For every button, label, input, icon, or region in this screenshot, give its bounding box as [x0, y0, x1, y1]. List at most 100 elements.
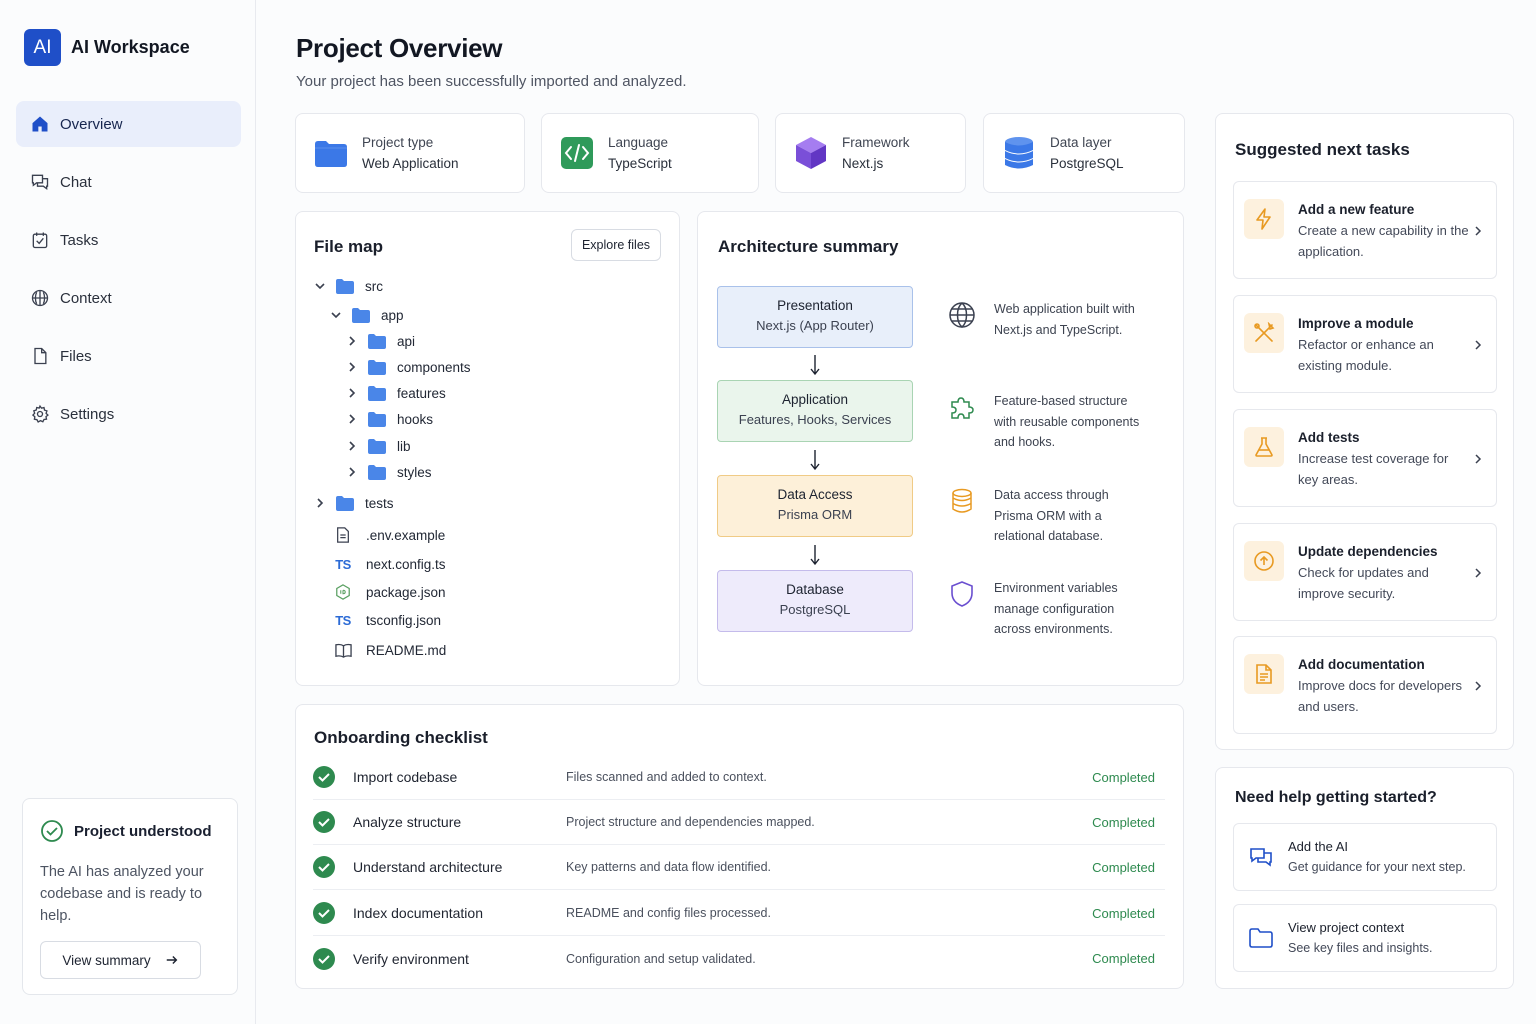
task-update-dependencies[interactable]: Update dependencies Check for updates an… — [1233, 523, 1497, 621]
tree-folder-tests[interactable]: tests — [314, 492, 394, 514]
info-label: Language — [608, 135, 669, 150]
tree-item-label: package.json — [366, 584, 446, 600]
tree-folder-hooks[interactable]: hooks — [346, 408, 433, 430]
task-desc: Refactor or enhance an existing module. — [1298, 337, 1434, 373]
chevron-right-icon — [349, 414, 356, 424]
info-label: Framework — [842, 135, 910, 150]
tree-file-next-config[interactable]: TS next.config.ts — [334, 553, 445, 575]
sidebar-item-label: Settings — [60, 405, 115, 423]
tree-file-tsconfig[interactable]: TS tsconfig.json — [334, 609, 441, 631]
task-desc: Improve docs for developers and users. — [1298, 678, 1463, 714]
arrow-right-icon — [166, 956, 178, 964]
info-value: PostgreSQL — [1050, 156, 1124, 171]
check-circle-icon — [313, 856, 335, 878]
view-summary-button[interactable]: View summary — [40, 941, 201, 979]
task-add-documentation[interactable]: Add documentation Improve docs for devel… — [1233, 636, 1497, 734]
check-circle-icon — [313, 902, 335, 924]
help-add-ai[interactable]: Add the AI Get guidance for your next st… — [1233, 823, 1497, 891]
task-desc: Check for updates and improve security. — [1298, 565, 1429, 601]
tree-folder-components[interactable]: components — [346, 356, 471, 378]
tree-folder-app[interactable]: app — [330, 304, 404, 326]
layer-data-access[interactable]: Data Access Prisma ORM — [717, 475, 913, 537]
tree-file-package-json[interactable]: package.json — [334, 581, 446, 603]
task-add-tests[interactable]: Add tests Increase test coverage for key… — [1233, 409, 1497, 507]
tree-folder-api[interactable]: api — [346, 330, 415, 352]
chevron-right-icon — [349, 467, 356, 477]
architecture-title: Architecture summary — [718, 237, 899, 256]
task-improve-module[interactable]: Improve a module Refactor or enhance an … — [1233, 295, 1497, 393]
sidebar-item-files[interactable]: Files — [16, 333, 241, 379]
folder-icon — [315, 141, 347, 167]
sidebar-item-settings[interactable]: Settings — [16, 391, 241, 437]
status-badge: Completed — [1092, 905, 1155, 921]
sidebar-item-chat[interactable]: Chat — [16, 159, 241, 205]
home-icon — [32, 116, 48, 132]
book-icon — [334, 641, 352, 659]
tree-folder-lib[interactable]: lib — [346, 435, 411, 457]
checklist-row: Index documentation README and config fi… — [313, 891, 1165, 936]
brand[interactable]: AI AI Workspace — [24, 29, 190, 66]
arrow-down-icon — [810, 545, 820, 566]
sidebar-item-context[interactable]: Context — [16, 275, 241, 321]
info-value: Next.js — [842, 156, 884, 171]
arch-desc-presentation: Web application built with Next.js and T… — [948, 299, 1148, 340]
layer-database[interactable]: Database PostgreSQL — [717, 570, 913, 632]
layer-application[interactable]: Application Features, Hooks, Services — [717, 380, 913, 442]
ts-icon: TS — [335, 556, 351, 572]
folder-icon — [1249, 928, 1273, 948]
explore-files-button[interactable]: Explore files — [571, 229, 661, 261]
chevron-down-icon — [331, 312, 341, 319]
sidebar-item-label: Overview — [60, 115, 123, 133]
task-add-feature[interactable]: Add a new feature Create a new capabilit… — [1233, 181, 1497, 279]
layer-name: Database — [786, 582, 844, 597]
status-badge: Completed — [1092, 951, 1155, 966]
help-view-context[interactable]: View project context See key files and i… — [1233, 904, 1497, 972]
puzzle-icon — [951, 397, 974, 419]
tree-folder-features[interactable]: features — [346, 382, 446, 404]
file-map-card: File map Explore files src app api compo… — [295, 211, 680, 686]
folder-icon — [368, 411, 386, 427]
folder-icon — [368, 464, 386, 480]
tree-item-label: hooks — [397, 411, 434, 427]
chevron-right-icon — [1475, 681, 1482, 691]
status-badge: Completed — [1092, 769, 1155, 785]
tasks-icon — [32, 232, 48, 249]
layer-presentation[interactable]: Presentation Next.js (App Router) — [717, 286, 913, 348]
cube-icon — [796, 137, 826, 169]
arch-desc-text: Web application built with Next.js and T… — [994, 302, 1135, 337]
folder-icon — [336, 495, 354, 511]
database-icon — [1005, 137, 1033, 169]
tree-folder-styles[interactable]: styles — [346, 461, 432, 483]
folder-icon — [368, 333, 386, 349]
tree-item-label: src — [365, 278, 383, 294]
upload-icon — [1244, 541, 1284, 581]
globe-icon — [949, 302, 975, 328]
task-title: Add a new feature — [1298, 202, 1415, 217]
sidebar-item-tasks[interactable]: Tasks — [16, 217, 241, 263]
checklist-item-desc: Key patterns and data flow identified. — [566, 860, 771, 874]
sidebar-item-overview[interactable]: Overview — [16, 101, 241, 147]
tree-item-label: api — [397, 333, 416, 349]
project-status-card: Project understood The AI has analyzed y… — [22, 798, 238, 995]
sidebar-item-label: Tasks — [60, 231, 99, 249]
checklist-item-name: Verify environment — [353, 950, 469, 967]
document-icon — [334, 526, 352, 544]
arrow-down-icon — [810, 450, 820, 471]
status-badge: Completed — [1092, 859, 1155, 875]
page-subtitle: Your project has been successfully impor… — [296, 73, 687, 90]
tree-file-env-example[interactable]: .env.example — [334, 524, 445, 546]
check-circle-icon — [41, 820, 63, 842]
tree-file-readme[interactable]: README.md — [334, 639, 446, 661]
tree-item-label: .env.example — [366, 527, 446, 543]
chat-icon — [31, 174, 49, 190]
chevron-right-icon — [349, 336, 356, 346]
info-value: TypeScript — [608, 156, 672, 171]
checklist-row: Analyze structure Project structure and … — [313, 800, 1165, 845]
tree-folder-src[interactable]: src — [314, 275, 383, 297]
checklist-item-desc: README and config files processed. — [566, 906, 771, 920]
help-item-desc: See key files and insights. — [1288, 940, 1433, 955]
info-value: Web Application — [362, 156, 459, 171]
sidebar-item-label: Files — [60, 347, 92, 365]
status-title: Project understood — [40, 819, 220, 843]
checklist-item-name: Import codebase — [353, 769, 458, 785]
